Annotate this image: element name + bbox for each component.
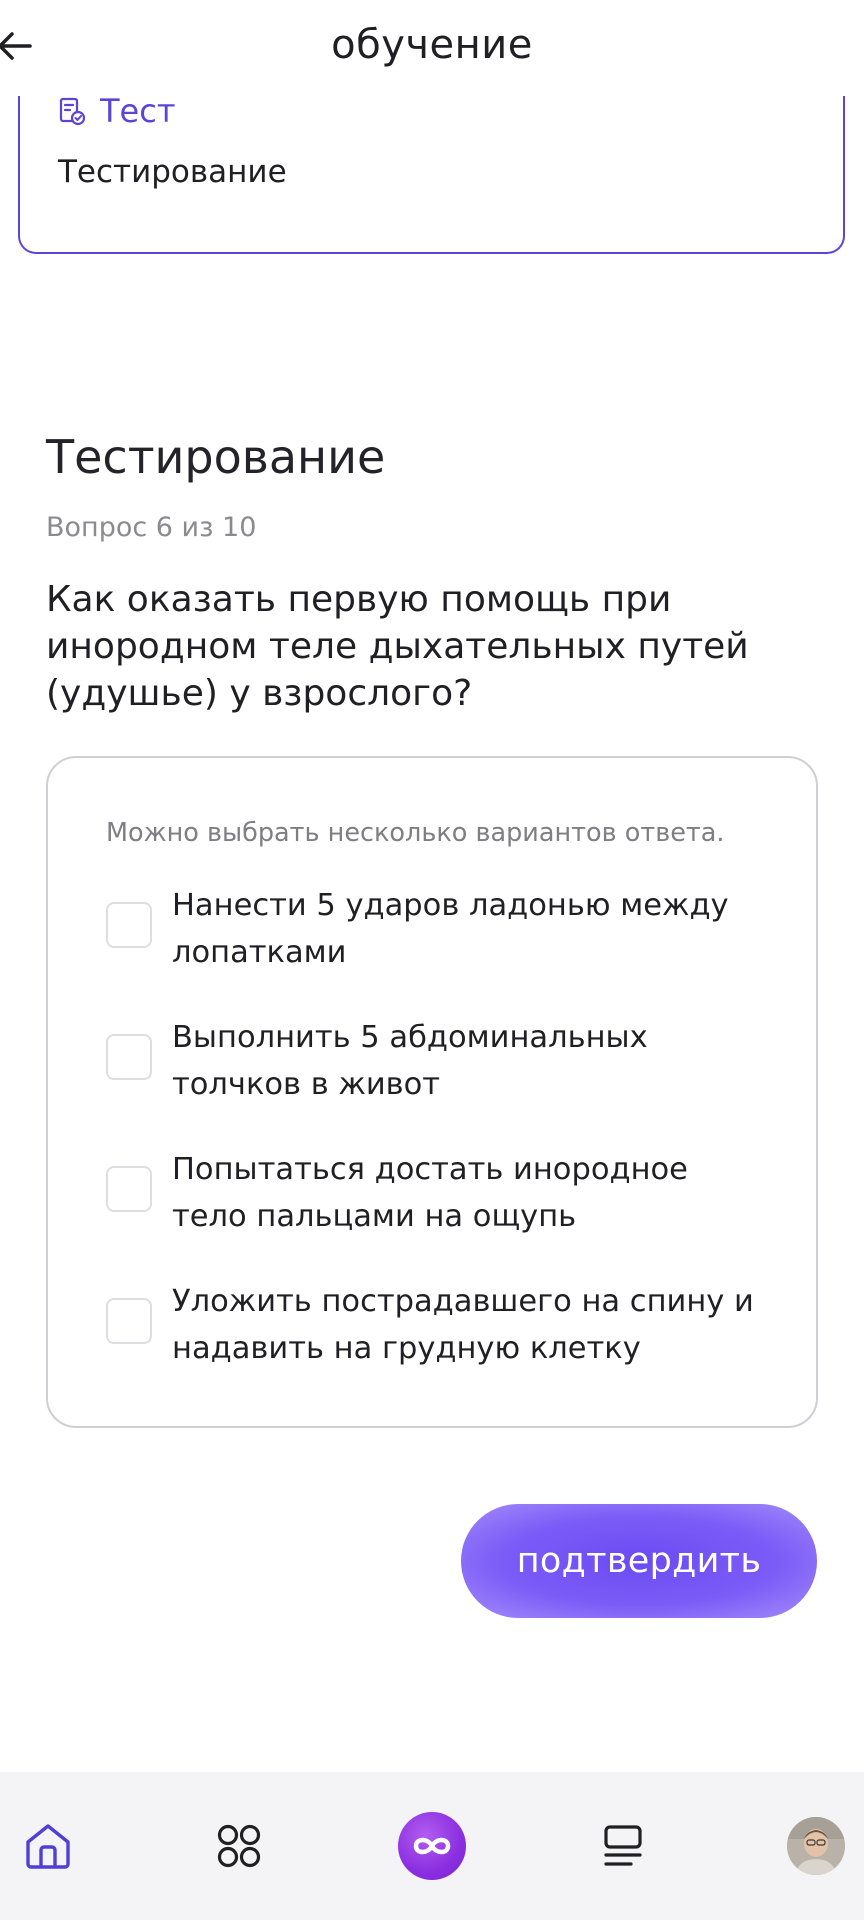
nav-apps[interactable]: [203, 1810, 275, 1882]
list-icon: [604, 1825, 642, 1866]
nav-center-logo[interactable]: [396, 1810, 468, 1882]
nav-profile[interactable]: [780, 1810, 852, 1882]
test-title: Тестирование: [46, 430, 386, 484]
card-type-row: Тест: [58, 92, 175, 130]
answer-label[interactable]: Попытаться достать инородное тело пальца…: [172, 1146, 772, 1240]
answer-checkbox[interactable]: [106, 1034, 152, 1080]
apps-grid-icon: [217, 1824, 261, 1868]
answer-option[interactable]: Уложить пострадавшего на спину и надавит…: [106, 1278, 786, 1372]
nav-list[interactable]: [587, 1810, 659, 1882]
user-avatar: [787, 1817, 845, 1875]
answer-label[interactable]: Уложить пострадавшего на спину и надавит…: [172, 1278, 772, 1372]
question-text: Как оказать первую помощь при инородном …: [46, 579, 749, 714]
card-type-label: Тест: [100, 92, 176, 130]
confirm-button[interactable]: подтвердить: [461, 1504, 817, 1618]
answer-label[interactable]: Нанести 5 ударов ладонью между лопатками: [172, 882, 772, 976]
answer-option[interactable]: Выполнить 5 абдоминальных толчков в живо…: [106, 1014, 786, 1108]
answer-option[interactable]: Нанести 5 ударов ладонью между лопатками: [106, 882, 786, 976]
nav-home[interactable]: [12, 1810, 84, 1882]
answer-label[interactable]: Выполнить 5 абдоминальных толчков в живо…: [172, 1014, 772, 1108]
answers-box: Можно выбрать несколько вариантов ответа…: [46, 756, 818, 1428]
answers-hint: Можно выбрать несколько вариантов ответа…: [106, 818, 725, 848]
page-title: обучение: [331, 22, 533, 68]
answer-checkbox[interactable]: [106, 1298, 152, 1344]
infinity-logo-icon: [398, 1812, 466, 1880]
bottom-nav: [0, 1772, 864, 1920]
card-name: Тестирование: [58, 154, 287, 190]
answer-checkbox[interactable]: [106, 1166, 152, 1212]
test-document-icon: [59, 97, 86, 126]
question-counter: Вопрос 6 из 10: [46, 512, 257, 543]
answer-option[interactable]: Попытаться достать инородное тело пальца…: [106, 1146, 786, 1240]
home-icon: [26, 1824, 70, 1869]
top-bar: обучение: [0, 0, 864, 96]
answer-checkbox[interactable]: [106, 902, 152, 948]
